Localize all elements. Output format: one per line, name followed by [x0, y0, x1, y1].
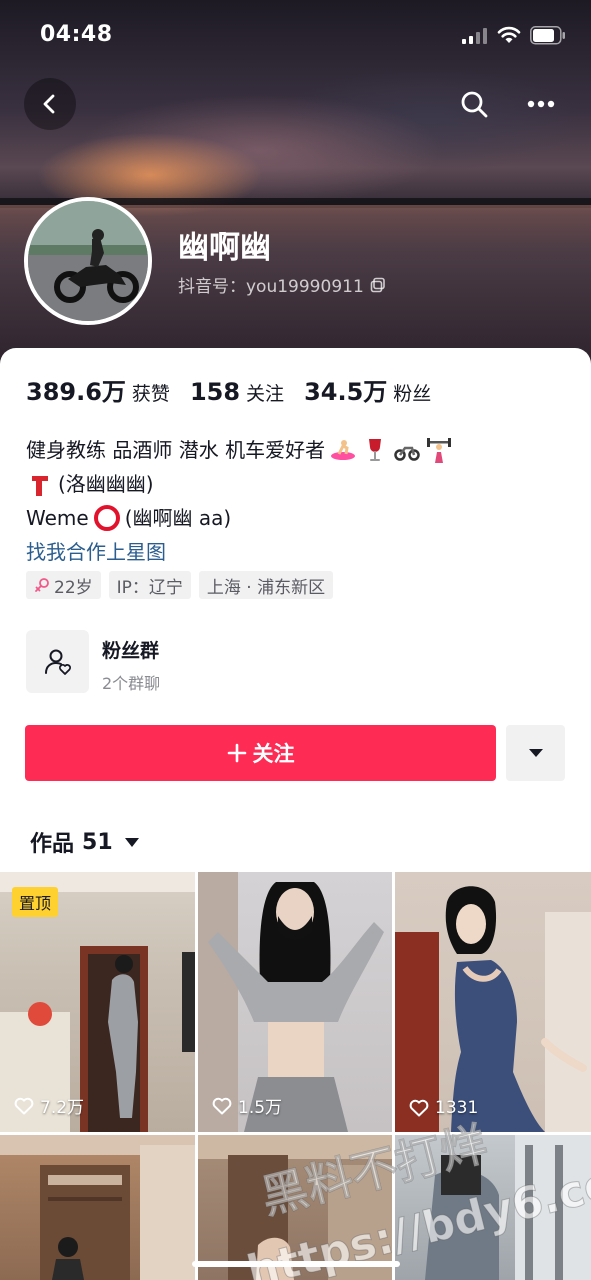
tag-text: IP：辽宁 — [116, 577, 183, 598]
bio-text: Weme — [26, 506, 89, 530]
heart-outline-icon — [212, 1097, 232, 1114]
tag-age: 22岁 — [26, 571, 101, 599]
video-tile[interactable]: 1331 — [395, 872, 591, 1132]
handle-text: 抖音号：you19990911 — [178, 277, 364, 297]
bio-line: (洛幽幽幽) — [26, 467, 571, 501]
bio-line: 找我合作上星图 — [26, 535, 571, 569]
status-bar: 04:48 — [0, 0, 591, 72]
video-thumbnail — [198, 1135, 392, 1280]
tag-text: 上海 · 浦东新区 — [206, 577, 326, 598]
status-time: 04:48 — [40, 22, 113, 47]
video-thumbnail — [0, 1135, 195, 1280]
video-tile[interactable] — [0, 1135, 195, 1280]
stat-number: 158 — [189, 378, 241, 406]
home-indicator — [192, 1261, 400, 1267]
profile-stats: 389.6万 获赞 158 关注 34.5万 粉丝 — [26, 372, 431, 407]
stat-number: 34.5万 — [304, 378, 388, 406]
more-horizontal-icon — [527, 100, 555, 108]
video-likes: 7.2万 — [14, 1093, 84, 1118]
motorcycle-emoji-icon — [394, 446, 420, 461]
stat-followers[interactable]: 34.5万 粉丝 — [304, 372, 431, 407]
stat-following[interactable]: 158 关注 — [190, 378, 284, 406]
profile-tags: 22岁 IP：辽宁 上海 · 浦东新区 — [26, 571, 334, 599]
likes-count: 7.2万 — [40, 1098, 85, 1118]
fan-group-subtitle: 2个群聊 — [102, 674, 161, 693]
follow-label: 关注 — [252, 742, 295, 766]
motorcycle-rider-image — [28, 201, 148, 321]
stat-label: 粉丝 — [393, 383, 432, 405]
heart-outline-icon — [409, 1099, 429, 1117]
star-map-link[interactable]: 找我合作上星图 — [26, 535, 166, 569]
video-thumbnail — [395, 886, 591, 1132]
caret-down-icon — [528, 749, 543, 757]
tag-location: 上海 · 浦东新区 — [198, 571, 334, 599]
search-button[interactable] — [448, 78, 500, 130]
bio-line: 健身教练 品酒师 潜水 机车爱好者 — [26, 433, 571, 467]
pinned-badge: 置顶 — [12, 887, 59, 917]
works-label: 作品 — [30, 832, 75, 857]
battery-icon — [530, 26, 565, 45]
avatar[interactable] — [24, 197, 152, 325]
fan-group-entry[interactable]: 粉丝群 2个群聊 — [26, 630, 566, 694]
wifi-icon — [497, 26, 521, 43]
fan-group-icon — [26, 630, 89, 693]
video-tile[interactable]: 置顶 7.2万 — [0, 872, 195, 1132]
user-heart-icon — [44, 649, 71, 675]
bio-text: 健身教练 品酒师 潜水 机车爱好者 — [26, 438, 326, 462]
video-tile[interactable]: 1.5万 — [198, 872, 392, 1132]
fan-group-title: 粉丝群 — [102, 640, 160, 662]
stat-label: 关注 — [246, 383, 285, 405]
profile-page: 04:48 幽啊幽 抖音号：you19990911 389.6万 获赞 158 … — [0, 0, 591, 1280]
surfer-emoji-icon — [331, 440, 356, 460]
works-count: 51 — [82, 829, 113, 855]
cellular-signal-icon — [462, 28, 487, 44]
chevron-left-icon — [43, 94, 55, 114]
profile-handle[interactable]: 抖音号：you19990911 — [178, 272, 386, 297]
red-circle-emoji-icon — [93, 505, 120, 531]
video-thumbnail — [425, 1135, 591, 1280]
profile-name: 幽啊幽 — [178, 230, 271, 266]
recommend-dropdown-button[interactable] — [506, 725, 565, 781]
bio-text: (幽啊幽 aa) — [124, 506, 232, 530]
more-button[interactable] — [515, 78, 567, 130]
search-icon — [461, 91, 488, 118]
follow-button[interactable]: 关注 — [25, 725, 496, 781]
caret-down-icon — [124, 837, 139, 847]
video-likes: 1331 — [409, 1098, 478, 1118]
tag-text: 22岁 — [54, 577, 93, 598]
plus-icon — [227, 743, 246, 763]
stat-number: 389.6万 — [26, 378, 126, 406]
likes-count: 1.5万 — [238, 1098, 283, 1118]
wine-glass-icon — [369, 439, 382, 461]
scarf-emoji-icon — [32, 476, 48, 496]
likes-count: 1331 — [435, 1098, 479, 1118]
bio-line: Weme (幽啊幽 aa) — [26, 501, 571, 535]
stat-label: 获赞 — [131, 383, 170, 405]
tab-works[interactable]: 作品 51 — [30, 826, 139, 858]
bio-text: (洛幽幽幽) — [58, 472, 154, 496]
copy-icon[interactable] — [370, 277, 386, 293]
tag-ip: IP：辽宁 — [108, 571, 191, 599]
video-likes: 1.5万 — [212, 1093, 282, 1118]
video-tile[interactable] — [198, 1135, 392, 1280]
weightlifter-emoji-icon — [427, 438, 452, 463]
female-icon — [35, 578, 49, 592]
profile-bio: 健身教练 品酒师 潜水 机车爱好者 (洛幽幽幽) Weme (幽啊幽 aa) 找… — [26, 433, 571, 569]
video-tile[interactable] — [395, 1135, 591, 1280]
stat-likes[interactable]: 389.6万 获赞 — [26, 372, 170, 407]
heart-outline-icon — [14, 1097, 34, 1114]
back-button[interactable] — [24, 78, 76, 130]
